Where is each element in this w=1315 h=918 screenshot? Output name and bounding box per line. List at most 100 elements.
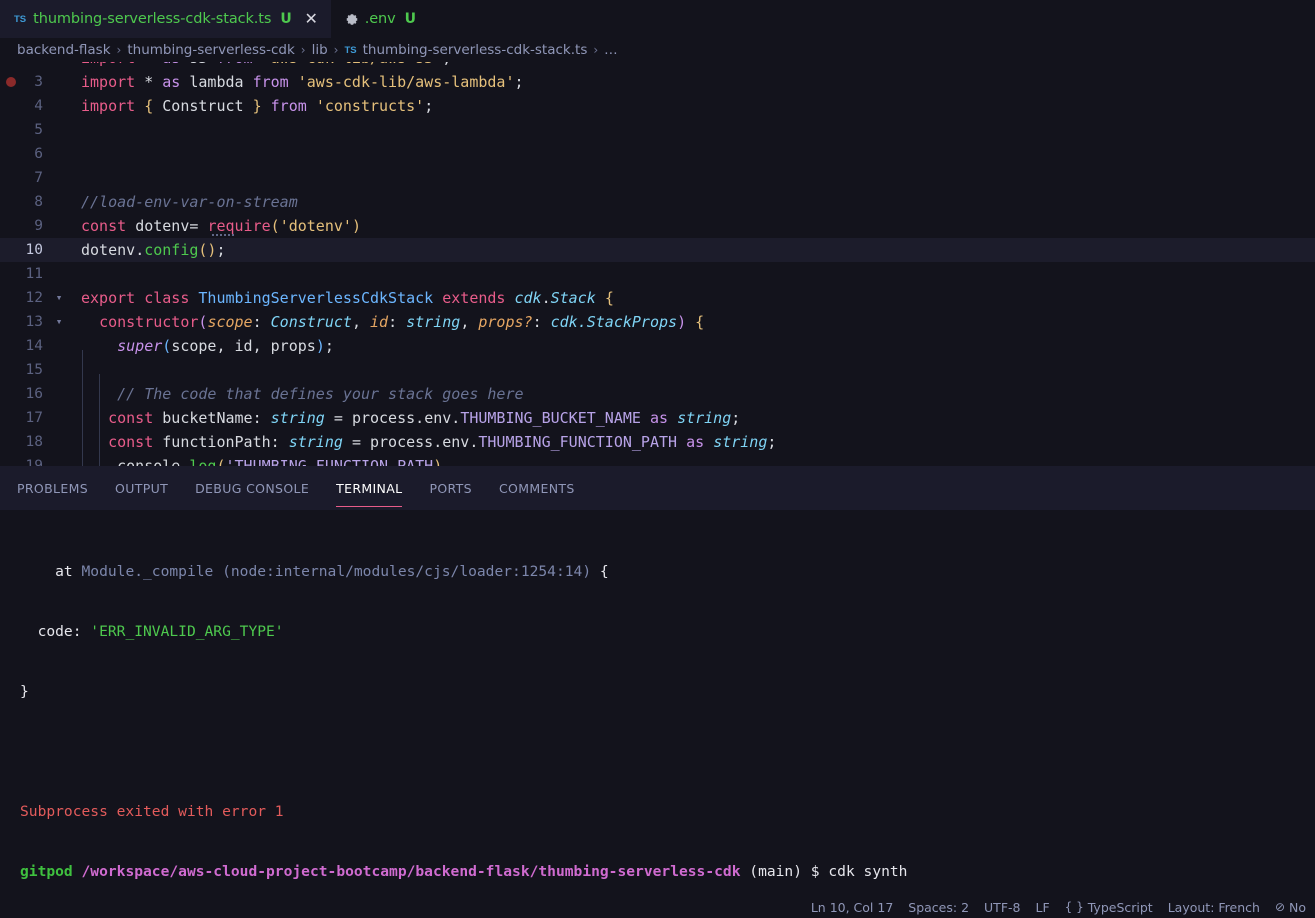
terminal-prompt-symbol: $ <box>810 863 820 880</box>
terminal-line: at Module._compile (node:internal/module… <box>20 563 609 580</box>
code-line: 19 console.log('THUMBING_FUNCTION_PATH) <box>0 454 1315 466</box>
editor-tab-unsaved-badge: U <box>404 11 416 27</box>
line-number: 11 <box>25 266 43 282</box>
code-line: 5 <box>0 118 1315 142</box>
breadcrumb-item-lib[interactable]: lib <box>312 42 328 58</box>
terminal-line: code: 'ERR_INVALID_ARG_TYPE' <box>20 623 284 640</box>
code-line-text: import * as s3 from 'aws-cdk-lib/aws-s3'… <box>66 62 451 70</box>
tab-ports[interactable]: PORTS <box>429 469 471 507</box>
code-editor[interactable]: 2 import * as s3 from 'aws-cdk-lib/aws-s… <box>0 62 1315 466</box>
terminal-prompt-user: gitpod <box>20 863 73 880</box>
breadcrumb-item-thumbing-serverless-cdk[interactable]: thumbing-serverless-cdk <box>127 42 294 58</box>
status-encoding[interactable]: UTF-8 <box>984 900 1020 915</box>
breadcrumb: backend-flask › thumbing-serverless-cdk … <box>0 38 1315 62</box>
status-cursor-position[interactable]: Ln 10, Col 17 <box>811 900 893 915</box>
terminal-output[interactable]: at Module._compile (node:internal/module… <box>0 510 1315 918</box>
fold-chevron-down-icon[interactable]: ▾ <box>52 286 66 310</box>
status-language-mode[interactable]: { } TypeScript <box>1065 900 1153 915</box>
code-line: 8 //load-env-var-on-stream <box>0 190 1315 214</box>
editor-tab-thumbing-serverless-cdk-stack-ts[interactable]: TS thumbing-serverless-cdk-stack.ts U ✕ <box>0 0 331 38</box>
breadcrumb-item-file[interactable]: thumbing-serverless-cdk-stack.ts <box>363 42 588 58</box>
code-line-text: const functionPath: string = process.env… <box>108 433 777 451</box>
terminal-command: cdk synth <box>828 863 908 880</box>
tab-comments[interactable]: COMMENTS <box>499 469 575 507</box>
status-indentation-label: Spaces: 2 <box>908 899 970 915</box>
line-number: 18 <box>25 434 43 450</box>
line-number: 16 <box>25 386 43 402</box>
terminal-prompt-path: /workspace/aws-cloud-project-bootcamp/ba… <box>81 863 741 880</box>
braces-icon: { } <box>1064 900 1084 914</box>
code-line-text: constructor(scope: Construct, id: string… <box>99 313 705 331</box>
code-line-text: export class ThumbingServerlessCdkStack … <box>81 289 614 307</box>
code-line-text: super(scope, id, props); <box>117 337 334 355</box>
code-line-text: // The code that defines your stack goes… <box>81 385 524 403</box>
code-line: 11 <box>0 262 1315 286</box>
code-line-text: const bucketName: string = process.env.T… <box>108 409 741 427</box>
tab-terminal[interactable]: TERMINAL <box>336 469 403 507</box>
editor-tab-env[interactable]: .env U <box>330 0 427 38</box>
tab-debug-console[interactable]: DEBUG CONSOLE <box>195 469 309 507</box>
no-entry-icon: ⊘ <box>1274 900 1285 914</box>
status-eol[interactable]: LF <box>1035 900 1049 915</box>
gear-icon <box>345 12 359 26</box>
breakpoint-icon[interactable] <box>6 77 16 87</box>
line-number: 19 <box>25 458 43 466</box>
line-number: 5 <box>34 122 43 138</box>
line-number: 7 <box>34 170 43 186</box>
line-number: 14 <box>25 338 43 354</box>
code-line-text: dotenv.config(); <box>81 241 226 259</box>
close-icon[interactable]: ✕ <box>303 11 320 27</box>
status-cursor-position-label: Ln 10, Col 17 <box>810 899 894 915</box>
code-line: 17 const bucketName: string = process.en… <box>0 406 1315 430</box>
chevron-right-icon: › <box>300 43 306 57</box>
line-number: 15 <box>25 362 43 378</box>
status-indentation[interactable]: Spaces: 2 <box>908 900 969 915</box>
code-line: 9 const dotenv= require('dotenv') <box>0 214 1315 238</box>
status-eol-label: LF <box>1035 899 1050 915</box>
code-line: 12 ▾ export class ThumbingServerlessCdkS… <box>0 286 1315 310</box>
terminal-prompt-branch: (main) <box>749 863 802 880</box>
fold-chevron-down-icon[interactable]: ▾ <box>52 310 66 334</box>
code-line: 15 <box>0 358 1315 382</box>
code-line: 13 ▾ constructor(scope: Construct, id: s… <box>0 310 1315 334</box>
breadcrumb-item-overflow[interactable]: … <box>604 42 618 58</box>
line-number: 2 <box>0 62 52 70</box>
terminal-prompt-line: gitpod /workspace/aws-cloud-project-boot… <box>20 862 1315 882</box>
code-line: 16 // The code that defines your stack g… <box>0 382 1315 406</box>
line-number: 6 <box>34 146 43 162</box>
code-line-text: import { Construct } from 'constructs'; <box>81 97 434 115</box>
line-number: 17 <box>25 410 43 426</box>
editor-tab-unsaved-badge: U <box>280 11 292 27</box>
code-line: 7 <box>0 166 1315 190</box>
status-keyboard-layout[interactable]: Layout: French <box>1168 900 1260 915</box>
ts-file-icon: TS <box>14 13 27 25</box>
ts-file-icon: TS <box>344 44 357 56</box>
code-line-text: //load-env-var-on-stream <box>81 193 298 211</box>
editor-tab-label: thumbing-serverless-cdk-stack.ts <box>33 11 272 27</box>
terminal-line: } <box>20 683 29 700</box>
status-bar: Ln 10, Col 17 Spaces: 2 UTF-8 LF { } Typ… <box>0 896 1315 918</box>
line-number: 9 <box>34 218 43 234</box>
line-number: 13 <box>25 314 43 330</box>
code-line: 4 import { Construct } from 'constructs'… <box>0 94 1315 118</box>
breadcrumb-item-backend-flask[interactable]: backend-flask <box>17 42 111 58</box>
tab-problems[interactable]: PROBLEMS <box>17 469 88 507</box>
code-line-current: 10 dotenv.config(); <box>0 238 1315 262</box>
status-language-mode-label: TypeScript <box>1087 899 1153 915</box>
status-keyboard-layout-label: Layout: French <box>1167 899 1260 915</box>
status-notifications-label: No <box>1289 899 1306 915</box>
line-number: 12 <box>25 290 43 306</box>
tab-output[interactable]: OUTPUT <box>115 469 168 507</box>
editor-tab-label: .env <box>364 11 396 27</box>
code-line: 3 import * as lambda from 'aws-cdk-lib/a… <box>0 70 1315 94</box>
code-line: 6 <box>0 142 1315 166</box>
chevron-right-icon: › <box>333 43 339 57</box>
status-notifications[interactable]: ⊘ No <box>1275 900 1306 915</box>
code-line: 2 import * as s3 from 'aws-cdk-lib/aws-s… <box>0 62 1315 70</box>
chevron-right-icon: › <box>593 43 599 57</box>
code-line-text: console.log('THUMBING_FUNCTION_PATH) <box>117 457 443 466</box>
line-number: 4 <box>34 98 43 114</box>
code-line-text: import * as lambda from 'aws-cdk-lib/aws… <box>81 73 524 91</box>
line-number: 8 <box>34 194 43 210</box>
